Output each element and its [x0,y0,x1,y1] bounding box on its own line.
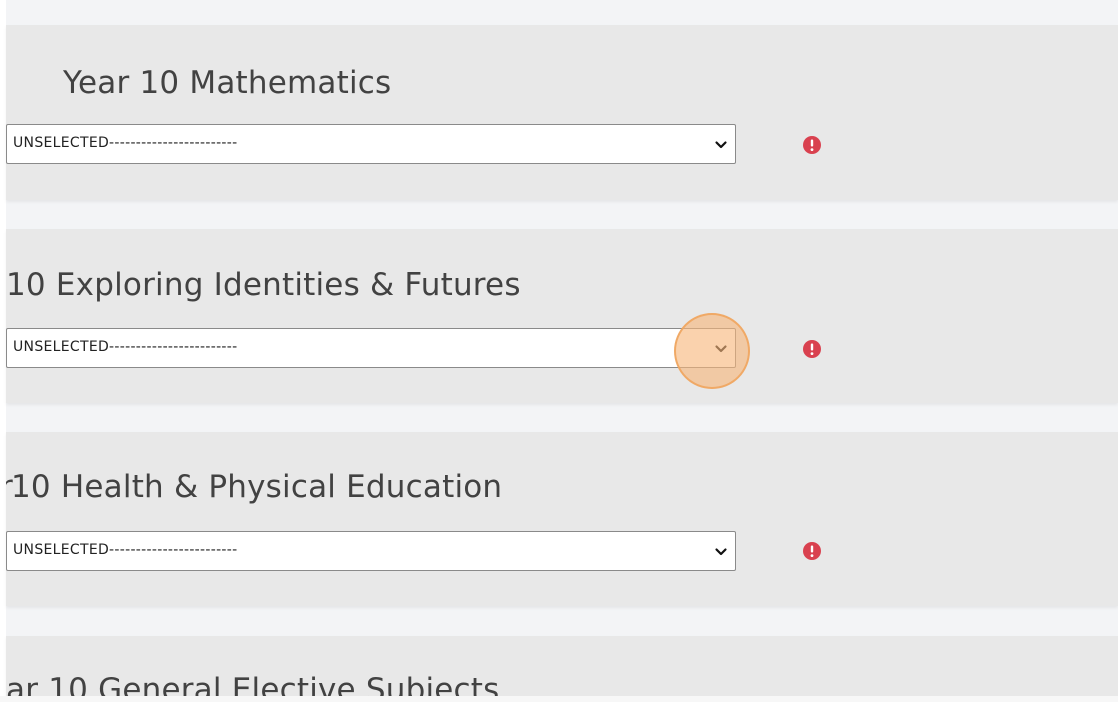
subject-title: Year 10 Mathematics [63,65,392,101]
alert-circle-icon [803,340,821,358]
chevron-down-icon [715,141,727,149]
select-value: UNSELECTED------------------------ [13,542,238,558]
subject-card-health-pe: r 10 Health & Physical Education UNSELEC… [6,432,1118,606]
subject-selection-page: Year 10 Mathematics UNSELECTED----------… [0,0,1118,702]
select-value: UNSELECTED------------------------ [13,339,238,355]
chevron-down-icon [715,345,727,353]
select-value: UNSELECTED------------------------ [13,135,238,151]
bottom-strip [0,696,1118,702]
subject-card-general-electives: ar 10 General Elective Subjects [6,636,1118,702]
subject-select[interactable]: UNSELECTED------------------------ [6,124,736,164]
chevron-down-icon [715,548,727,556]
alert-circle-icon [803,542,821,560]
subject-select[interactable]: UNSELECTED------------------------ [6,531,736,571]
subject-card-mathematics: Year 10 Mathematics UNSELECTED----------… [6,25,1118,200]
alert-circle-icon [803,136,821,154]
subject-card-identities-futures: 10 Exploring Identities & Futures UNSELE… [6,229,1118,403]
subject-select[interactable]: UNSELECTED------------------------ [6,328,736,368]
subject-title: 10 Health & Physical Education [11,469,503,505]
subject-title: 10 Exploring Identities & Futures [6,267,521,303]
